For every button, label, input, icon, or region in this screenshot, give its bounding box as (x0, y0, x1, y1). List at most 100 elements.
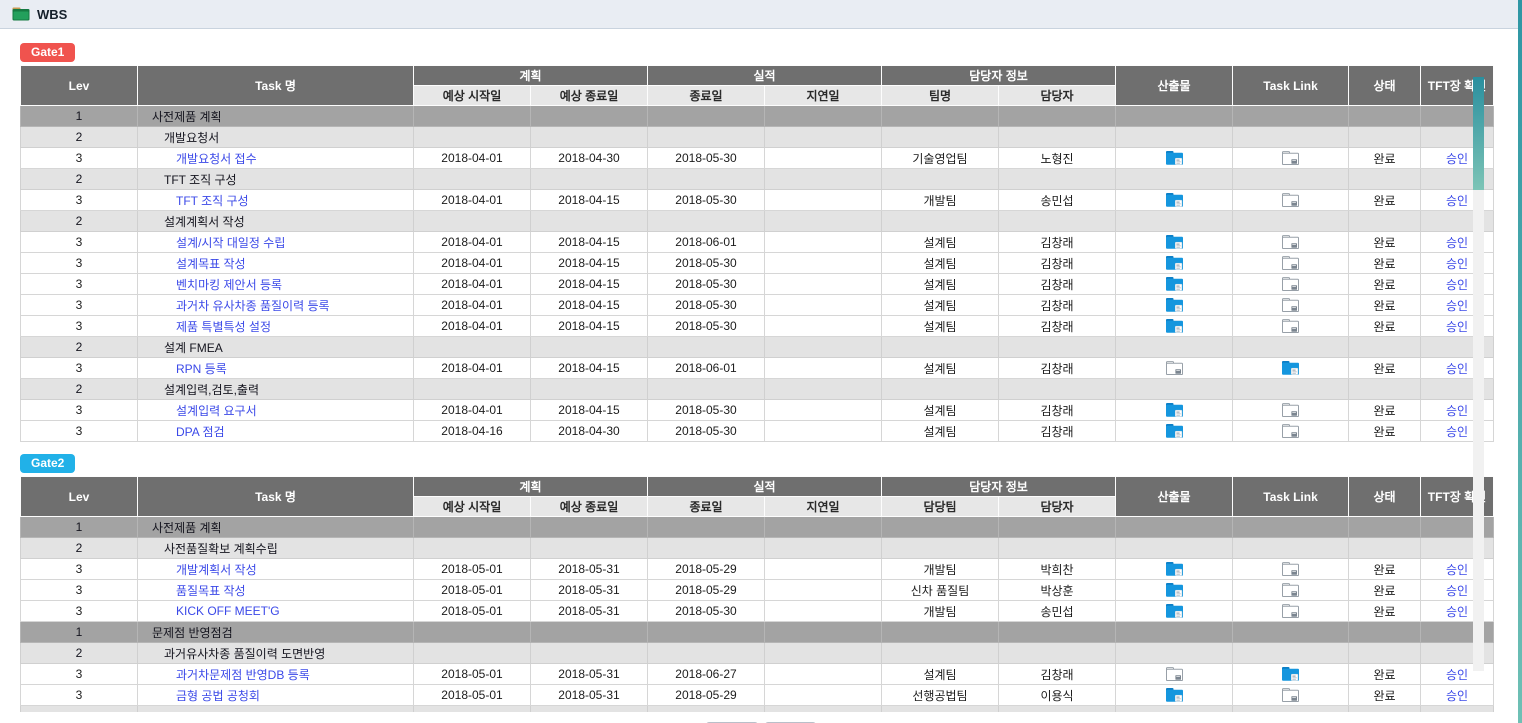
folder-blue-icon[interactable] (1166, 688, 1183, 702)
task-name-link[interactable]: RPN 등록 (176, 362, 227, 376)
lev-cell: 1 (21, 106, 138, 127)
folder-blue-icon[interactable] (1166, 562, 1183, 576)
table-row: 2설계입력,검토,출력 (21, 379, 1494, 400)
folder-gray-icon[interactable] (1282, 235, 1299, 249)
lev-cell: 3 (21, 148, 138, 169)
approve-link[interactable]: 승인 (1446, 668, 1468, 682)
wbs-table: LevTask 명계획실적담당자 정보산출물Task Link상태TFT장 확인… (20, 476, 1494, 712)
footer-buttons: Edit 닫기 (0, 712, 1522, 723)
folder-blue-icon[interactable] (1166, 604, 1183, 618)
gate-badge: Gate2 (20, 454, 75, 473)
actual-end-cell: 2018-05-30 (648, 148, 765, 169)
table-row (21, 706, 1494, 712)
table-row: 3설계/시작 대일정 수립2018-04-012018-04-152018-06… (21, 232, 1494, 253)
approve-link[interactable]: 승인 (1446, 299, 1468, 313)
task-name-link[interactable]: 설계목표 작성 (176, 257, 246, 271)
task-name-link[interactable]: DPA 점검 (176, 425, 225, 439)
folder-blue-icon[interactable] (1166, 424, 1183, 438)
folder-gray-icon[interactable] (1282, 298, 1299, 312)
folder-blue-icon[interactable] (1282, 667, 1299, 681)
gate-tables: Gate1LevTask 명계획실적담당자 정보산출물Task Link상태TF… (20, 43, 1502, 712)
folder-blue-icon[interactable] (1166, 403, 1183, 417)
task-link-cell (1233, 337, 1349, 358)
delay-cell (765, 664, 882, 685)
output-cell (1116, 517, 1233, 538)
approve-link[interactable]: 승인 (1446, 425, 1468, 439)
folder-gray-icon[interactable] (1166, 667, 1183, 681)
plan-start-cell: 2018-04-01 (414, 274, 531, 295)
plan-end-cell (531, 379, 648, 400)
approve-link[interactable]: 승인 (1446, 584, 1468, 598)
status-cell (1349, 379, 1421, 400)
status-cell: 완료 (1349, 580, 1421, 601)
folder-gray-icon[interactable] (1166, 361, 1183, 375)
content-scrollbar[interactable] (1473, 77, 1484, 671)
lev-cell: 3 (21, 685, 138, 706)
folder-blue-icon[interactable] (1166, 277, 1183, 291)
task-name-link[interactable]: 금형 공법 공청회 (176, 689, 260, 703)
folder-gray-icon[interactable] (1282, 277, 1299, 291)
folder-blue-icon[interactable] (1166, 256, 1183, 270)
folder-blue-icon[interactable] (1166, 235, 1183, 249)
actual-end-cell: 2018-05-30 (648, 274, 765, 295)
output-cell (1116, 337, 1233, 358)
folder-blue-icon[interactable] (1166, 151, 1183, 165)
folder-blue-icon[interactable] (1166, 193, 1183, 207)
task-name-link[interactable]: 과거차 유사차종 품질이력 등록 (176, 299, 330, 313)
person-cell (999, 379, 1116, 400)
plan-start-cell (414, 622, 531, 643)
cell-empty (765, 706, 882, 712)
folder-gray-icon[interactable] (1282, 604, 1299, 618)
task-name-link[interactable]: TFT 조직 구성 (176, 194, 249, 208)
status-cell (1349, 337, 1421, 358)
folder-gray-icon[interactable] (1282, 583, 1299, 597)
task-name-link[interactable]: 제품 특별특성 설정 (176, 320, 271, 334)
folder-blue-icon[interactable] (1166, 583, 1183, 597)
folder-gray-icon[interactable] (1282, 688, 1299, 702)
approve-link[interactable]: 승인 (1446, 152, 1468, 166)
folder-blue-icon[interactable] (1166, 298, 1183, 312)
plan-start-cell: 2018-05-01 (414, 685, 531, 706)
approve-link[interactable]: 승인 (1446, 689, 1468, 703)
output-cell (1116, 379, 1233, 400)
approve-link[interactable]: 승인 (1446, 605, 1468, 619)
approve-link[interactable]: 승인 (1446, 362, 1468, 376)
approve-link[interactable]: 승인 (1446, 563, 1468, 577)
task-name-link[interactable]: 과거차문제점 반영DB 등록 (176, 668, 310, 682)
folder-gray-icon[interactable] (1282, 424, 1299, 438)
approve-link[interactable]: 승인 (1446, 236, 1468, 250)
status-cell (1349, 127, 1421, 148)
task-name-link[interactable]: 설계입력 요구서 (176, 404, 257, 418)
approve-link[interactable]: 승인 (1446, 257, 1468, 271)
actual-end-cell: 2018-05-30 (648, 316, 765, 337)
plan-start-cell: 2018-05-01 (414, 559, 531, 580)
task-name-link[interactable]: 품질목표 작성 (176, 584, 246, 598)
folder-gray-icon[interactable] (1282, 151, 1299, 165)
folder-gray-icon[interactable] (1282, 403, 1299, 417)
folder-gray-icon[interactable] (1282, 319, 1299, 333)
approve-link[interactable]: 승인 (1446, 194, 1468, 208)
task-name-link[interactable]: 설계/시작 대일정 수립 (176, 236, 285, 250)
task-cell: 개발계획서 작성 (138, 559, 414, 580)
folder-blue-icon[interactable] (1166, 319, 1183, 333)
task-name-link[interactable]: 개발요청서 접수 (176, 152, 257, 166)
status-cell: 완료 (1349, 664, 1421, 685)
status-cell: 완료 (1349, 421, 1421, 442)
folder-blue-icon[interactable] (1282, 361, 1299, 375)
folder-gray-icon[interactable] (1282, 193, 1299, 207)
task-name-link[interactable]: 벤치마킹 제안서 등록 (176, 278, 282, 292)
plan-end-cell (531, 622, 648, 643)
task-name-link[interactable]: KICK OFF MEET'G (176, 604, 280, 618)
approve-link[interactable]: 승인 (1446, 404, 1468, 418)
task-cell: 사전품질확보 계획수립 (138, 538, 414, 559)
lev-cell: 2 (21, 169, 138, 190)
person-cell: 김창래 (999, 358, 1116, 379)
scrollbar-thumb[interactable] (1473, 77, 1484, 190)
task-name-link[interactable]: 개발계획서 작성 (176, 563, 257, 577)
team-cell (882, 169, 999, 190)
status-cell: 완료 (1349, 253, 1421, 274)
folder-gray-icon[interactable] (1282, 256, 1299, 270)
approve-link[interactable]: 승인 (1446, 320, 1468, 334)
approve-link[interactable]: 승인 (1446, 278, 1468, 292)
folder-gray-icon[interactable] (1282, 562, 1299, 576)
